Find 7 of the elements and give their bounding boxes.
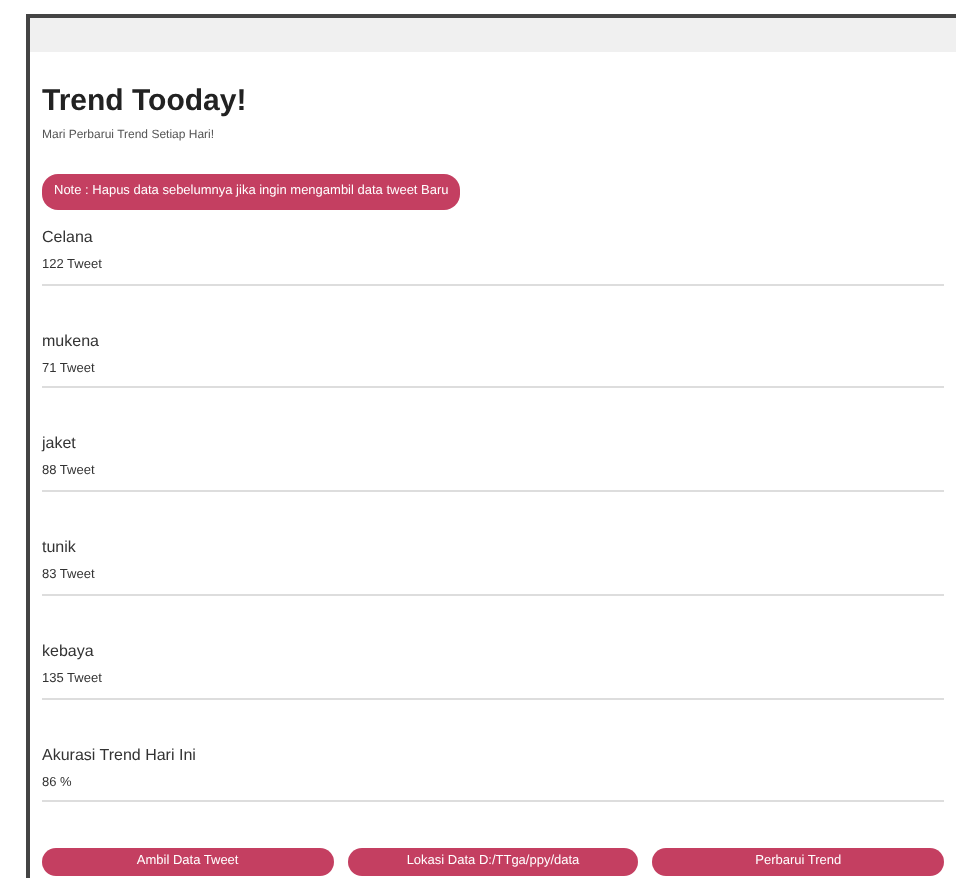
trend-name: tunik (42, 536, 78, 560)
accuracy-label: Akurasi Trend Hari Ini (42, 743, 198, 767)
trend-name: jaket (42, 432, 78, 457)
trend-name: mukena (42, 329, 101, 353)
trend-name: kebaya (42, 639, 96, 664)
trend-name: Celana (42, 225, 95, 250)
page-title: Trend Tooday! (42, 84, 249, 122)
